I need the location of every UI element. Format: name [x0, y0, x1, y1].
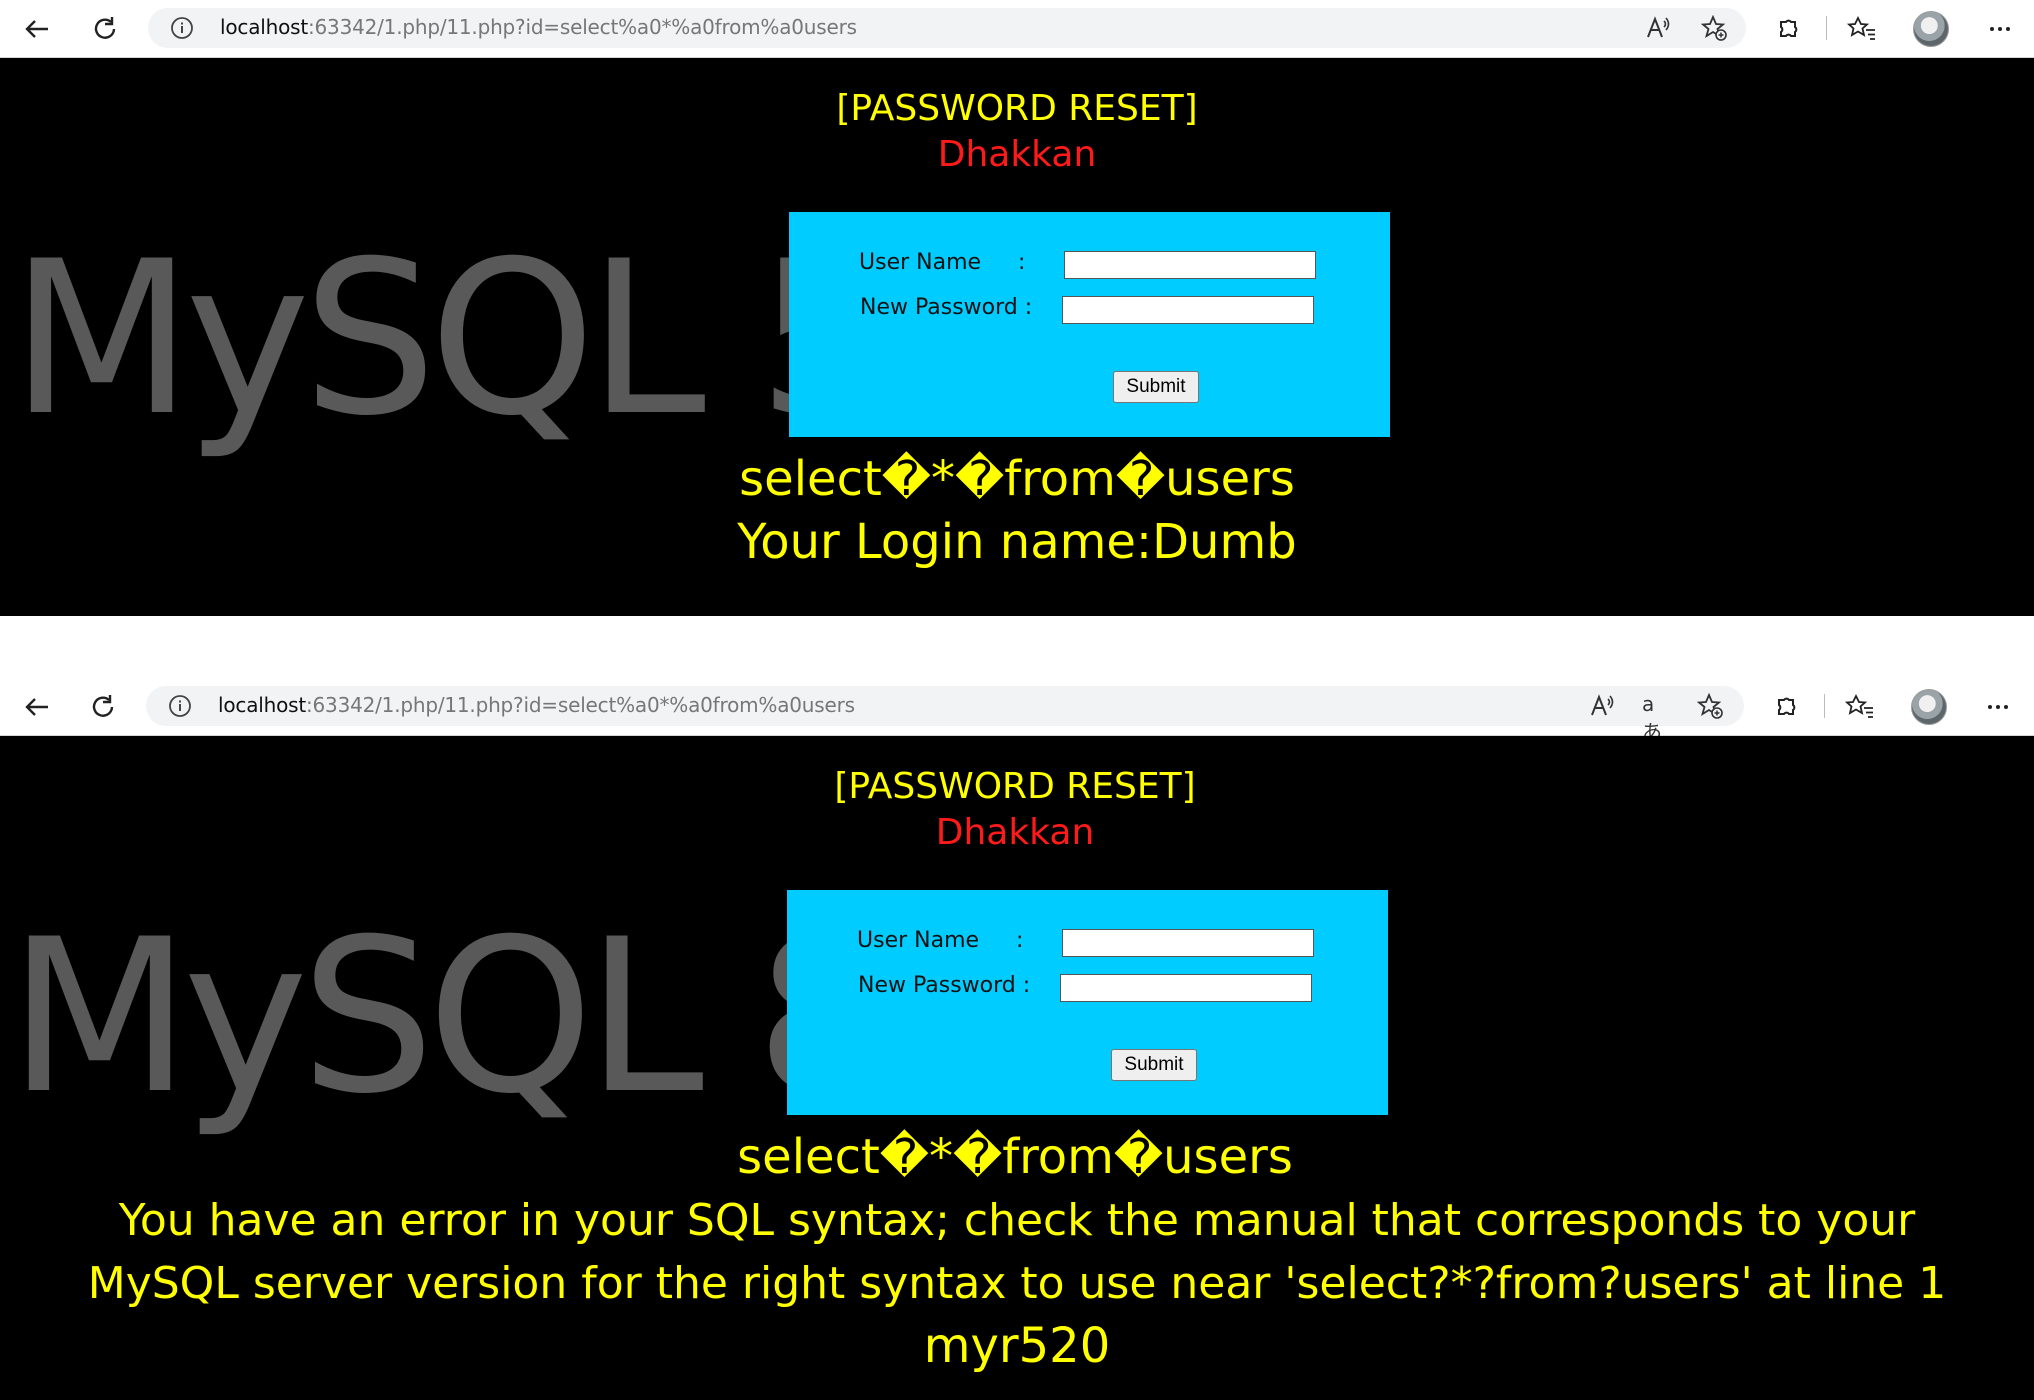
info-icon[interactable]: [168, 694, 192, 718]
back-arrow-icon[interactable]: [22, 14, 52, 44]
url-host: localhost: [220, 15, 308, 39]
favorites-icon[interactable]: [1845, 692, 1875, 722]
password-label: New Password :: [858, 973, 1031, 998]
info-icon[interactable]: [170, 16, 194, 40]
page-content: MySQL 8 [PASSWORD RESET] Dhakkan User Na…: [0, 736, 2034, 1400]
toolbar-separator: [1826, 16, 1827, 40]
new-password-input[interactable]: [1062, 296, 1314, 324]
profile-avatar[interactable]: [1913, 11, 1949, 47]
reload-icon[interactable]: [88, 692, 118, 722]
query-echo: select�*�from�users: [739, 451, 1295, 507]
favorites-icon[interactable]: [1847, 14, 1877, 44]
back-arrow-icon[interactable]: [22, 692, 52, 722]
browser-toolbar: localhost:63342/1.php/11.php?id=select%a…: [0, 678, 2034, 744]
sql-error-line-1: You have an error in your SQL syntax; ch…: [118, 1195, 1916, 1246]
signature-text: myr520: [923, 1318, 1111, 1374]
more-menu-icon[interactable]: [1985, 14, 2015, 44]
page-title: [PASSWORD RESET]: [836, 88, 1198, 129]
new-password-input[interactable]: [1060, 974, 1312, 1002]
browser-toolbar: localhost:63342/1.php/11.php?id=select%a…: [0, 0, 2034, 58]
add-favorite-icon[interactable]: [1700, 14, 1727, 41]
browser-window-mysql8: localhost:63342/1.php/11.php?id=select%a…: [0, 678, 2034, 1400]
page-title: [PASSWORD RESET]: [834, 766, 1196, 807]
translate-icon[interactable]: aあ: [1642, 692, 1668, 744]
browser-window-mysql5: localhost:63342/1.php/11.php?id=select%a…: [0, 0, 2034, 616]
page-subtitle: Dhakkan: [937, 134, 1097, 175]
query-echo: select�*�from�users: [737, 1129, 1293, 1185]
username-input[interactable]: [1062, 929, 1314, 957]
url-text[interactable]: localhost:63342/1.php/11.php?id=select%a…: [218, 693, 855, 717]
url-path: :63342/1.php/11.php?id=select%a0*%a0from…: [305, 693, 855, 717]
read-aloud-icon[interactable]: [1645, 15, 1671, 41]
address-bar[interactable]: localhost:63342/1.php/11.php?id=select%a…: [148, 8, 1746, 48]
add-favorite-icon[interactable]: [1696, 692, 1723, 719]
reset-form: User Name : New Password : Submit: [789, 212, 1390, 437]
reset-form: User Name : New Password : Submit: [787, 890, 1388, 1115]
password-label: New Password :: [860, 295, 1033, 320]
reload-icon[interactable]: [90, 14, 120, 44]
username-input[interactable]: [1064, 251, 1316, 279]
url-host: localhost: [218, 693, 306, 717]
read-aloud-icon[interactable]: [1589, 693, 1615, 719]
extensions-icon[interactable]: [1773, 14, 1803, 44]
address-bar[interactable]: localhost:63342/1.php/11.php?id=select%a…: [146, 686, 1744, 744]
submit-button[interactable]: Submit: [1111, 1049, 1197, 1081]
toolbar-separator: [1824, 694, 1825, 718]
username-colon: :: [1018, 250, 1026, 275]
url-text[interactable]: localhost:63342/1.php/11.php?id=select%a…: [220, 15, 857, 39]
profile-avatar[interactable]: [1911, 689, 1947, 725]
background-watermark: MySQL 5: [10, 215, 892, 462]
page-content: MySQL 5 [PASSWORD RESET] Dhakkan User Na…: [0, 58, 2034, 616]
username-label: User Name: [859, 250, 982, 275]
url-path: :63342/1.php/11.php?id=select%a0*%a0from…: [307, 15, 857, 39]
background-watermark: MySQL 8: [8, 893, 890, 1140]
username-colon: :: [1016, 928, 1024, 953]
submit-button[interactable]: Submit: [1113, 371, 1199, 403]
sql-error-line-2: MySQL server version for the right synta…: [87, 1258, 1947, 1309]
page-subtitle: Dhakkan: [935, 812, 1095, 853]
more-menu-icon[interactable]: [1983, 692, 2013, 722]
login-result: Your Login name:Dumb: [737, 514, 1297, 570]
extensions-icon[interactable]: [1771, 692, 1801, 722]
username-label: User Name: [857, 928, 980, 953]
